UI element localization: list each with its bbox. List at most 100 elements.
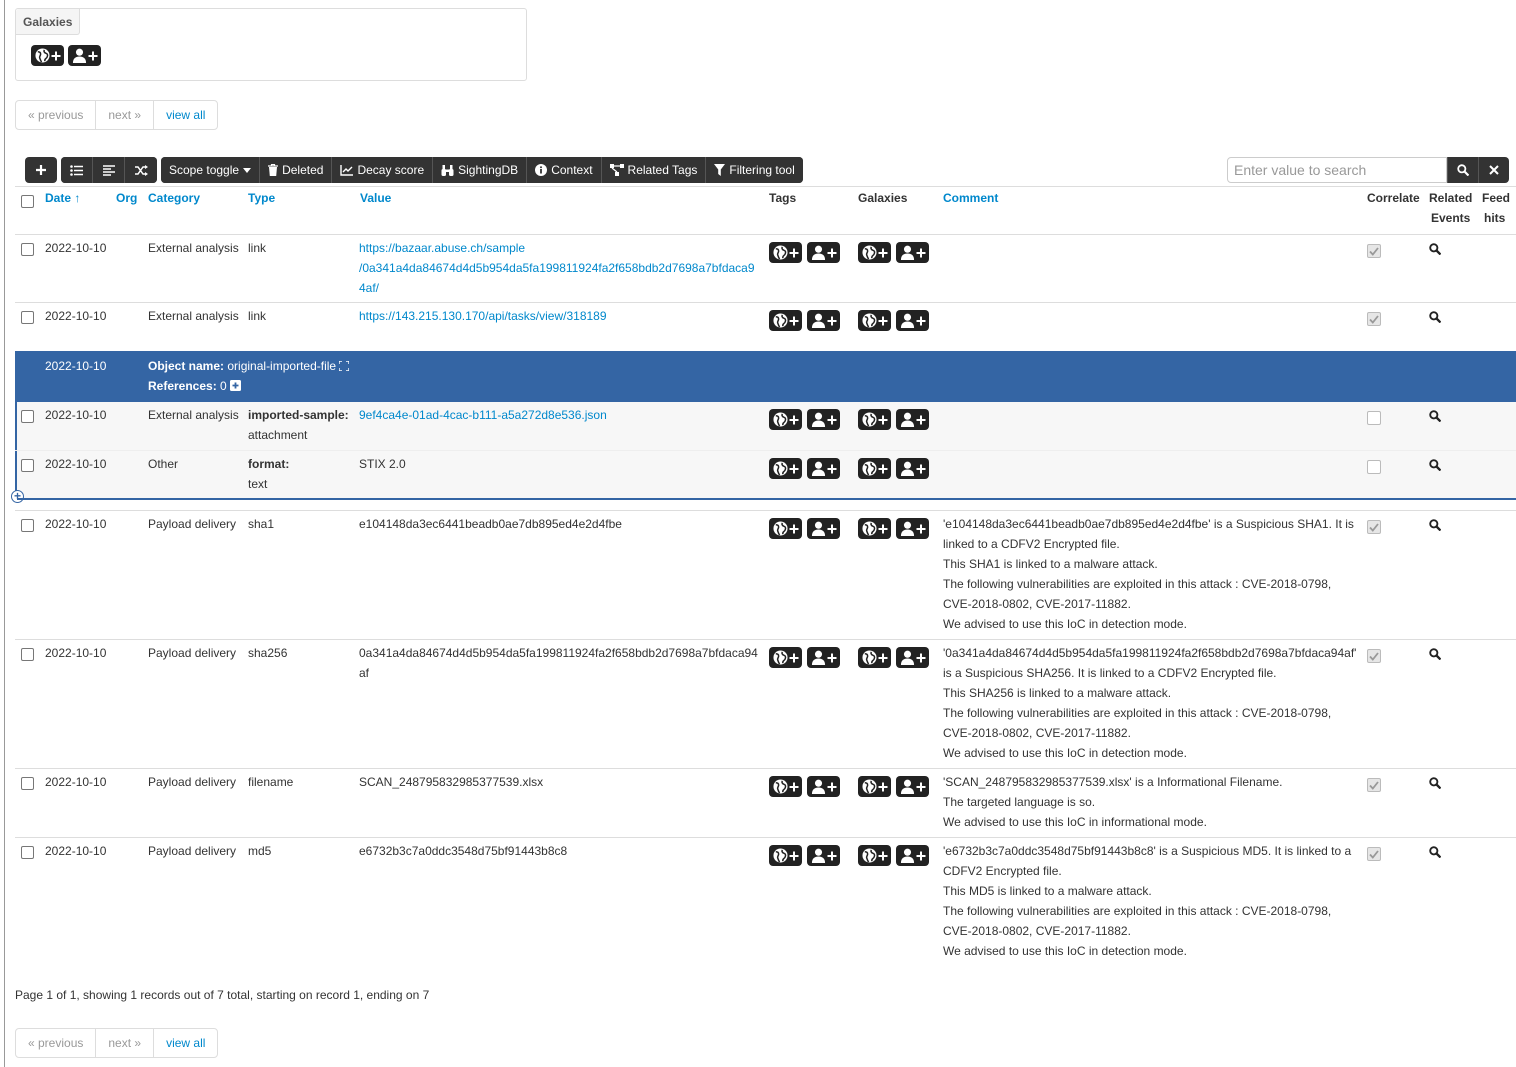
select-all-checkbox[interactable]	[21, 195, 34, 208]
list-view-button[interactable]	[61, 157, 93, 183]
correlate-checkbox[interactable]	[1367, 460, 1381, 474]
related-events-search[interactable]	[1429, 410, 1442, 425]
add-galaxy-button[interactable]	[858, 845, 891, 866]
related-events-search[interactable]	[1429, 519, 1442, 534]
header-value[interactable]: Value	[360, 188, 391, 208]
value-line[interactable]: https://143.215.130.170/api/tasks/view/3…	[359, 306, 759, 326]
filtering-tool-button[interactable]: Filtering tool	[706, 157, 803, 183]
related-events-search[interactable]	[1429, 777, 1442, 792]
context-button[interactable]: Context	[527, 157, 602, 183]
object-attribute-row: 2022-10-10 Other format: text STIX 2.0	[15, 450, 1516, 498]
add-tag-button[interactable]	[769, 310, 802, 331]
plus-icon	[878, 415, 887, 424]
add-local-tag-button[interactable]	[807, 458, 840, 479]
correlate-checkbox[interactable]	[1367, 244, 1381, 258]
expand-icon[interactable]	[338, 360, 351, 372]
add-local-galaxy-button[interactable]	[896, 458, 929, 479]
pager-previous[interactable]: « previous	[16, 1029, 97, 1057]
row-checkbox[interactable]	[21, 243, 34, 256]
value-line[interactable]: https://bazaar.abuse.ch/sample	[359, 238, 759, 258]
related-tags-button[interactable]: Related Tags	[601, 157, 707, 183]
related-events-search[interactable]	[1429, 648, 1442, 663]
add-galaxy-button[interactable]	[858, 242, 891, 263]
row-checkbox[interactable]	[21, 777, 34, 790]
pager-next[interactable]: next »	[96, 1029, 155, 1057]
row-checkbox[interactable]	[21, 846, 34, 859]
row-checkbox[interactable]	[21, 648, 34, 661]
correlate-checkbox[interactable]	[1367, 778, 1381, 792]
add-local-tag-button[interactable]	[807, 647, 840, 668]
related-events-search[interactable]	[1429, 243, 1442, 258]
add-tag-button[interactable]	[769, 776, 802, 797]
correlate-checkbox[interactable]	[1367, 520, 1381, 534]
scope-toggle-button[interactable]: Scope toggle	[161, 157, 261, 183]
add-local-tag-button[interactable]	[807, 310, 840, 331]
comment-line: The following vulnerabilities are exploi…	[943, 706, 1332, 720]
add-local-tag-button[interactable]	[807, 409, 840, 430]
pager-next[interactable]: next »	[96, 101, 155, 129]
add-tag-button[interactable]	[769, 409, 802, 430]
value-line[interactable]: 4af/	[359, 278, 759, 298]
binoculars-icon	[441, 164, 454, 176]
add-local-tag-button[interactable]	[807, 518, 840, 539]
add-local-galaxy-button[interactable]	[896, 647, 929, 668]
add-tag-button[interactable]	[769, 647, 802, 668]
correlate-checkbox[interactable]	[1367, 847, 1381, 861]
row-checkbox[interactable]	[21, 519, 34, 532]
search-input[interactable]	[1227, 157, 1447, 183]
header-category[interactable]: Category	[148, 188, 200, 208]
add-galaxy-button[interactable]	[858, 458, 891, 479]
decay-score-button[interactable]: Decay score	[332, 157, 434, 183]
align-view-button[interactable]	[93, 157, 125, 183]
row-checkbox[interactable]	[21, 459, 34, 472]
add-local-galaxy-button[interactable]	[896, 518, 929, 539]
pager-view-all[interactable]: view all	[154, 1029, 217, 1057]
pager-previous[interactable]: « previous	[16, 101, 97, 129]
add-tag-button[interactable]	[769, 242, 802, 263]
clear-search-button[interactable]	[1478, 157, 1509, 183]
row-type: md5	[248, 844, 272, 858]
add-galaxy-button[interactable]	[31, 45, 64, 66]
add-local-galaxy-button[interactable]	[896, 242, 929, 263]
user-icon	[900, 848, 914, 863]
pager-view-all[interactable]: view all	[154, 101, 217, 129]
correlate-checkbox[interactable]	[1367, 649, 1381, 663]
add-local-galaxy-button[interactable]	[896, 409, 929, 430]
add-local-galaxy-button[interactable]	[896, 310, 929, 331]
row-checkbox[interactable]	[21, 410, 34, 423]
add-tag-button[interactable]	[769, 845, 802, 866]
value-line[interactable]: /0a341a4da84674d4d5b954da5fa199811924fa2…	[359, 258, 759, 278]
add-tag-button[interactable]	[769, 518, 802, 539]
search-button[interactable]	[1447, 157, 1478, 183]
random-view-button[interactable]	[125, 157, 157, 183]
add-local-tag-button[interactable]	[807, 776, 840, 797]
correlate-checkbox[interactable]	[1367, 411, 1381, 425]
add-local-galaxy-button[interactable]	[68, 45, 101, 66]
add-tag-button[interactable]	[769, 458, 802, 479]
row-date: 2022-10-10	[45, 517, 107, 531]
add-galaxy-button[interactable]	[858, 647, 891, 668]
plus-square-icon[interactable]	[230, 380, 242, 391]
add-attribute-button[interactable]	[25, 157, 57, 183]
add-galaxy-button[interactable]	[858, 310, 891, 331]
add-local-tag-button[interactable]	[807, 845, 840, 866]
correlate-checkbox[interactable]	[1367, 312, 1381, 326]
related-events-search[interactable]	[1429, 846, 1442, 861]
related-events-search[interactable]	[1429, 311, 1442, 326]
add-local-tag-button[interactable]	[807, 242, 840, 263]
deleted-toggle-button[interactable]: Deleted	[260, 157, 333, 183]
row-value[interactable]: 9ef4ca4e-01ad-4cac-b111-a5a272d8e536.jso…	[359, 405, 607, 425]
add-galaxy-button[interactable]	[858, 409, 891, 430]
row-checkbox[interactable]	[21, 311, 34, 324]
sightingdb-button[interactable]: SightingDB	[433, 157, 528, 183]
header-date[interactable]: Date ↑	[45, 188, 80, 208]
header-type[interactable]: Type	[248, 188, 275, 208]
add-galaxy-button[interactable]	[858, 776, 891, 797]
add-galaxy-button[interactable]	[858, 518, 891, 539]
related-events-search[interactable]	[1429, 459, 1442, 474]
add-local-galaxy-button[interactable]	[896, 776, 929, 797]
header-org[interactable]: Org	[116, 188, 137, 208]
add-local-galaxy-button[interactable]	[896, 845, 929, 866]
comment-line: The following vulnerabilities are exploi…	[943, 904, 1332, 918]
header-comment[interactable]: Comment	[943, 188, 998, 208]
